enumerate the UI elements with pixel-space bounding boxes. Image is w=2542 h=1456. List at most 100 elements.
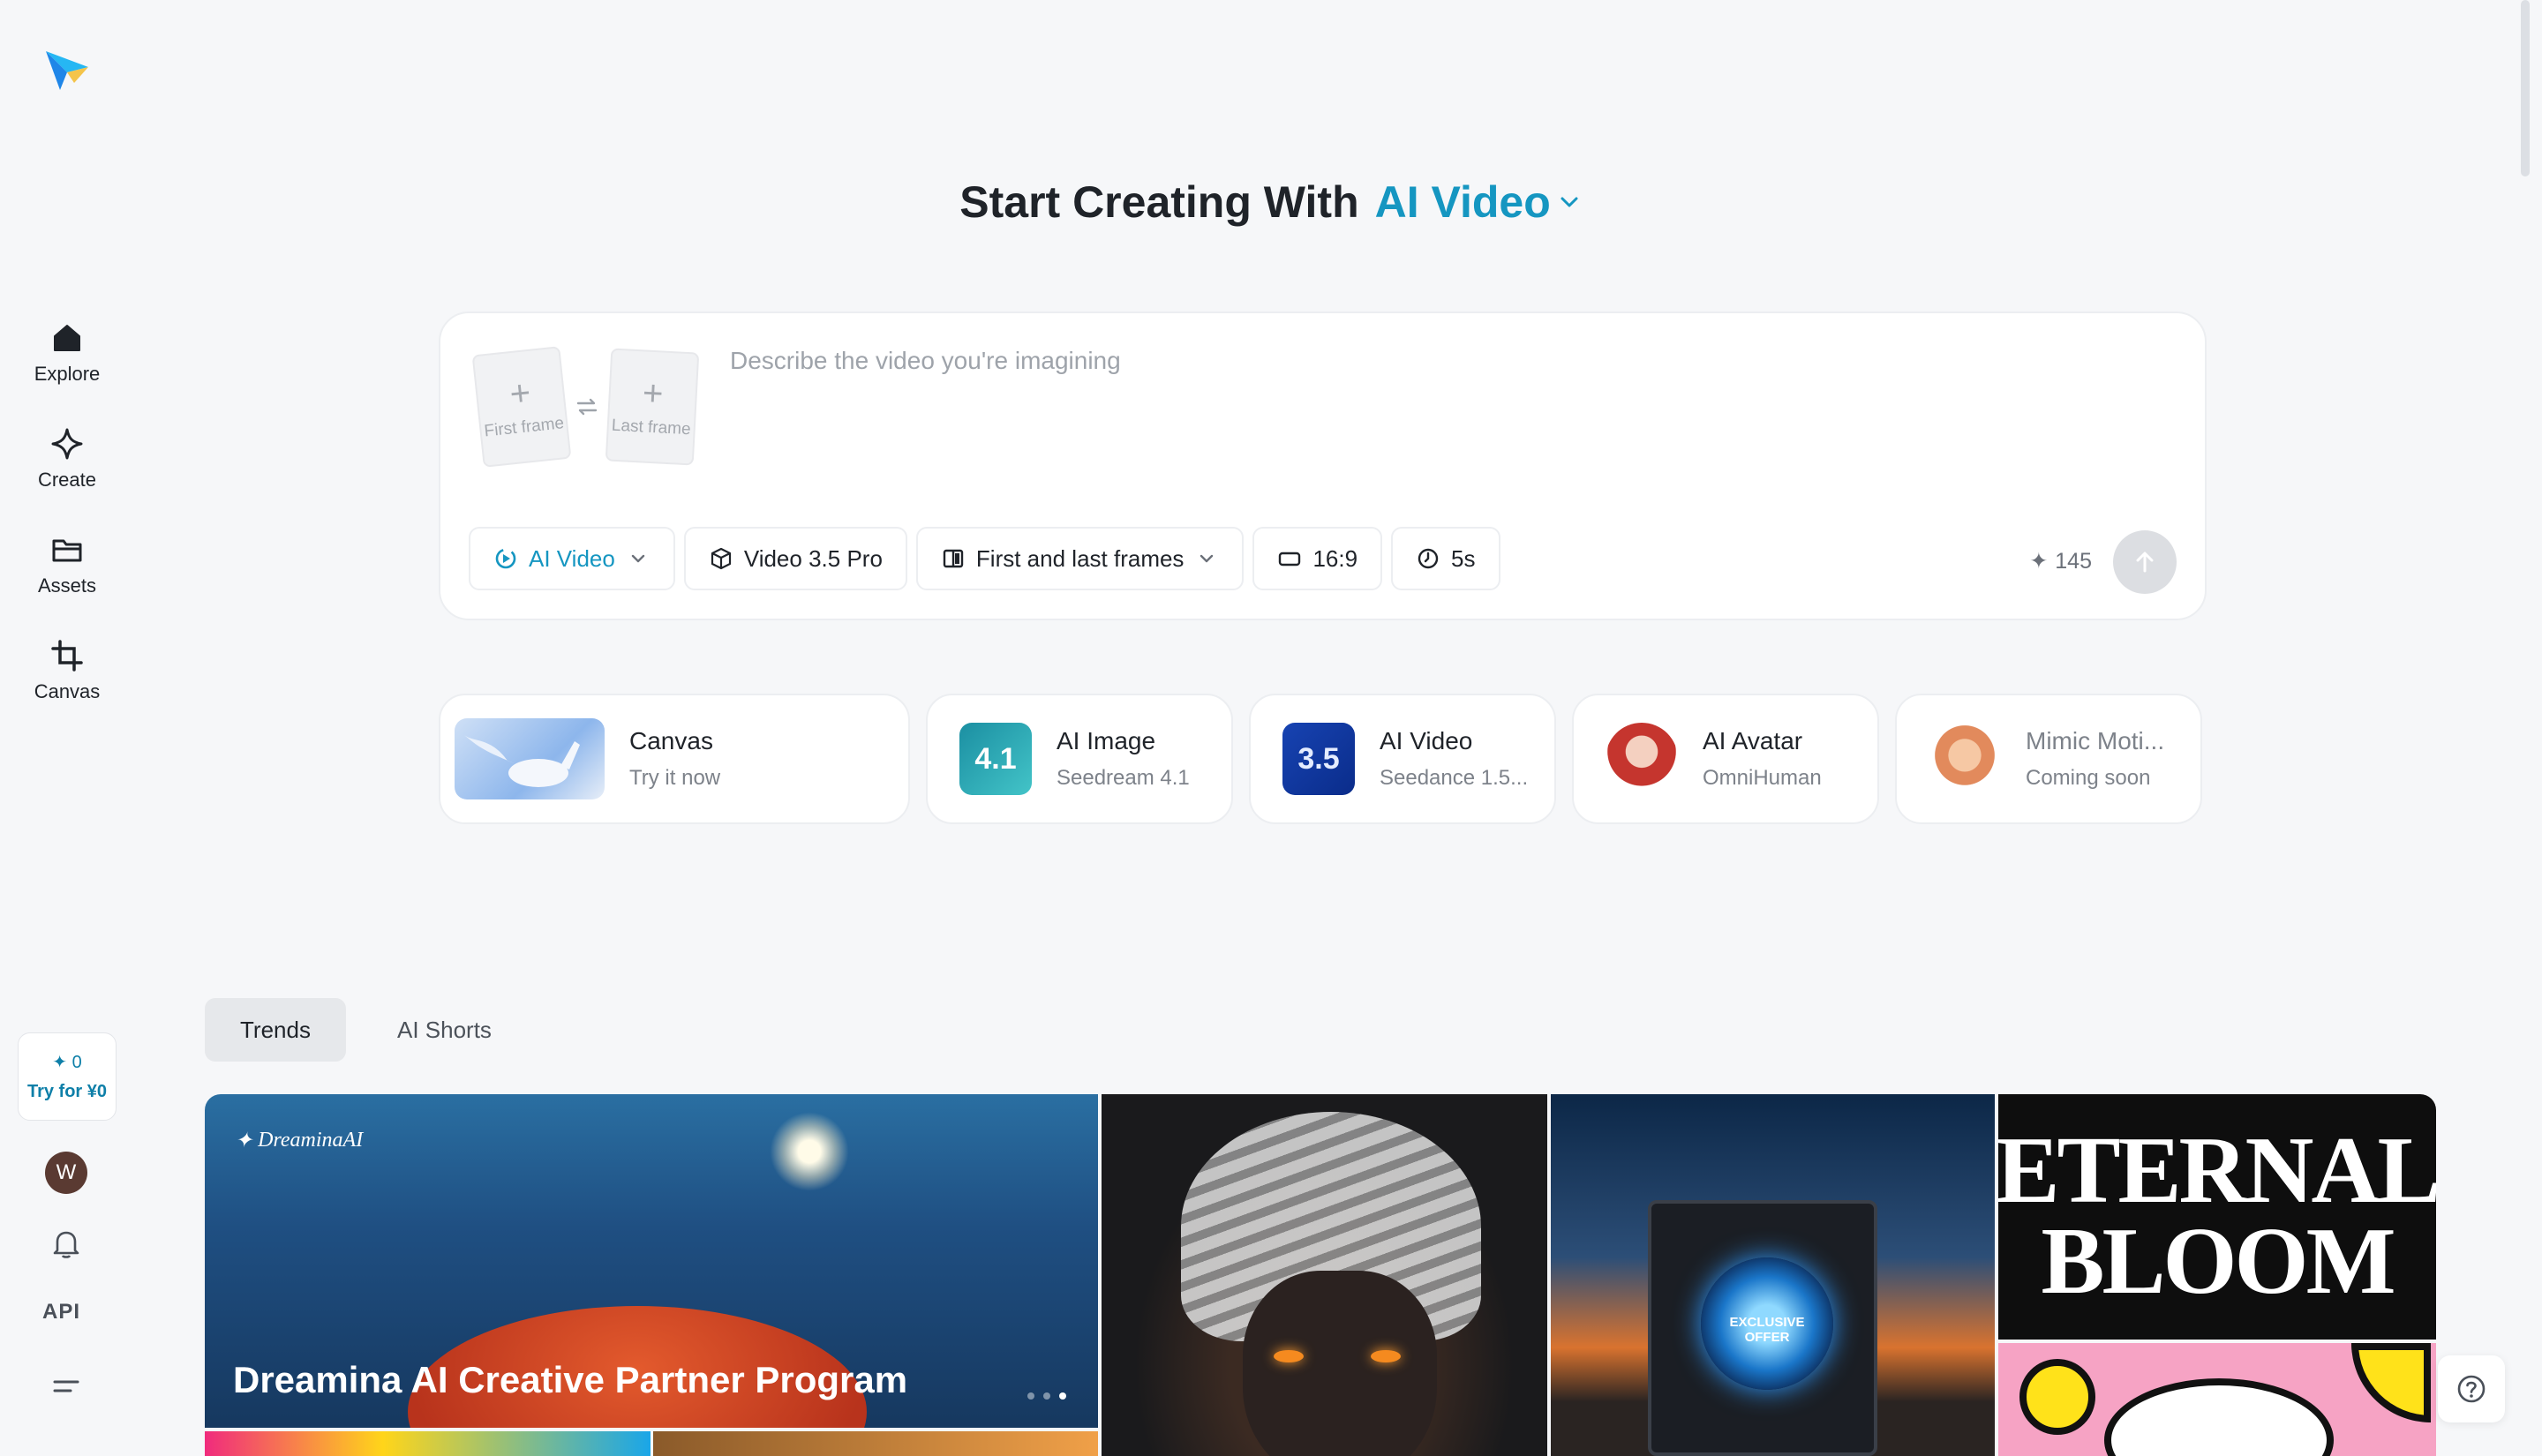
tool-title: AI Avatar [1703,727,1803,754]
star-glow [770,1112,849,1191]
sparkle-icon: ✦ [2029,549,2049,574]
mode-selector[interactable]: AI Video [1375,176,1583,228]
tool-subtitle: Try it now [629,766,721,790]
carousel-dots[interactable] [1027,1392,1066,1400]
tab-label: Trends [240,1016,311,1043]
tool-subtitle: Coming soon [2026,766,2151,790]
credit-count: ✦ 0 [52,1053,82,1072]
prompt-card: + First frame + Last frame AI Video Vide… [439,311,2207,620]
prompt-input[interactable] [730,343,2142,379]
model-selector-label: Video 3.5 Pro [743,544,883,572]
offer-text: EXCLUSIVE OFFER [1729,1315,1805,1345]
frames-icon [943,549,964,568]
menu-icon[interactable] [51,1373,81,1400]
gallery-artwork [1243,1271,1437,1456]
video-mode-icon [495,548,516,569]
gallery-artwork [2104,1378,2334,1456]
aspect-ratio-label: 16:9 [1312,544,1358,572]
home-icon [54,325,80,351]
aspect-ratio-selector[interactable]: 16:9 [1252,527,1383,590]
gallery-artwork [2351,1343,2431,1422]
title-prefix: Start Creating With [959,177,1359,227]
sidebar-item-label: Canvas [34,680,101,702]
gallery-item[interactable] [205,1431,651,1456]
tool-card-ai-image[interactable]: 4.1 AI Image Seedream 4.1 [926,694,1233,824]
bloom-title-line2: BLOOM [2041,1209,2395,1314]
duration-label: 5s [1451,544,1476,572]
folder-icon [52,539,82,562]
chevron-down-icon [631,554,645,563]
api-link[interactable]: API [42,1300,80,1325]
question-icon [2457,1375,2486,1403]
banner-title: Dreamina AI Creative Partner Program [233,1359,908,1400]
tool-subtitle: Seedream 4.1 [1057,766,1190,790]
frames-dropdown[interactable]: First and last frames [915,527,1245,590]
app-logo[interactable] [41,42,94,95]
help-button[interactable] [2438,1355,2505,1422]
plus-icon: + [508,372,533,415]
tool-card-mimic-motion[interactable]: Mimic Moti... Coming soon [1895,694,2202,824]
tab-ai-shorts[interactable]: AI Shorts [362,998,527,1062]
plus-icon: + [641,373,665,414]
mode-dropdown-label: AI Video [529,544,615,572]
tool-title: Canvas [629,727,713,754]
sidebar-item-label: Explore [34,363,101,385]
generate-button[interactable] [2113,530,2177,594]
page-scrollbar[interactable] [2521,0,2530,176]
tool-card-ai-video[interactable]: 3.5 AI Video Seedance 1.5... [1249,694,1556,824]
tool-title: AI Video [1380,727,1473,754]
tool-card-ai-avatar[interactable]: AI Avatar OmniHuman [1572,694,1879,824]
generation-toolbar: AI Video Video 3.5 Pro First and last fr… [469,527,1500,590]
partner-program-banner[interactable]: ✦ DreaminaAI Dreamina AI Creative Partne… [205,1094,1098,1428]
credits-trial-button[interactable]: ✦ 0 Try for ¥0 [18,1032,117,1121]
gallery-item[interactable]: EXCLUSIVE OFFER [1551,1094,1995,1456]
cube-icon [711,547,731,570]
sidebar-item-explore[interactable]: Explore [18,309,117,397]
credit-count-value: 0 [71,1053,82,1072]
tool-card-canvas[interactable]: Canvas Try it now [439,694,910,824]
tool-title: AI Image [1057,727,1156,754]
gallery-item[interactable]: ETERNAL BLOOM [1998,1094,2436,1340]
sidebar-item-label: Assets [37,574,97,597]
swap-icon[interactable] [575,394,599,419]
user-avatar[interactable]: W [45,1152,87,1194]
chevron-down-icon [1200,554,1214,563]
sidebar-item-canvas[interactable]: Canvas [18,627,117,715]
logo-icon [46,51,88,90]
clock-icon [1418,548,1439,569]
sidebar-item-label: Create [37,469,97,491]
sidebar-item-create[interactable]: Create [18,415,117,503]
brand-logo: ✦ DreaminaAI [235,1129,364,1152]
arrow-up-icon [2136,552,2154,573]
tool-title: Mimic Moti... [2026,727,2165,754]
gallery-artwork [1371,1350,1401,1362]
frames-dropdown-label: First and last frames [975,544,1185,572]
try-free-label: Try for ¥0 [26,1082,108,1101]
tool-subtitle: OmniHuman [1703,766,1822,790]
bell-icon[interactable] [49,1227,83,1260]
mimic-motion-thumbnail [1929,723,2001,795]
gallery-item[interactable] [653,1431,1098,1456]
aspect-ratio-icon [1279,552,1301,567]
brand-logo-text: DreaminaAI [258,1129,364,1152]
bloom-title-line1: ETERNAL [1998,1118,2436,1224]
ai-avatar-thumbnail [1606,723,1678,795]
generation-cost-value: 145 [2055,548,2092,574]
sidebar-item-assets[interactable]: Assets [18,521,117,609]
sparkle-icon [51,428,83,460]
mode-dropdown[interactable]: AI Video [469,527,675,590]
model-selector[interactable]: Video 3.5 Pro [683,527,907,590]
ai-video-thumbnail: 3.5 [1282,723,1355,795]
tool-subtitle: Seedance 1.5... [1380,766,1529,790]
canvas-thumbnail [455,718,605,799]
duration-selector[interactable]: 5s [1391,527,1500,590]
first-frame-upload[interactable]: + First frame [471,346,572,468]
last-frame-label: Last frame [611,416,692,439]
page-title: Start Creating With AI Video [0,176,2542,228]
tab-trends[interactable]: Trends [205,998,346,1062]
ai-image-badge: 4.1 [974,741,1017,776]
gallery-item[interactable] [1102,1094,1547,1456]
gallery-item[interactable] [1998,1343,2436,1456]
gallery-artwork [1274,1350,1304,1362]
last-frame-upload[interactable]: + Last frame [605,348,700,466]
